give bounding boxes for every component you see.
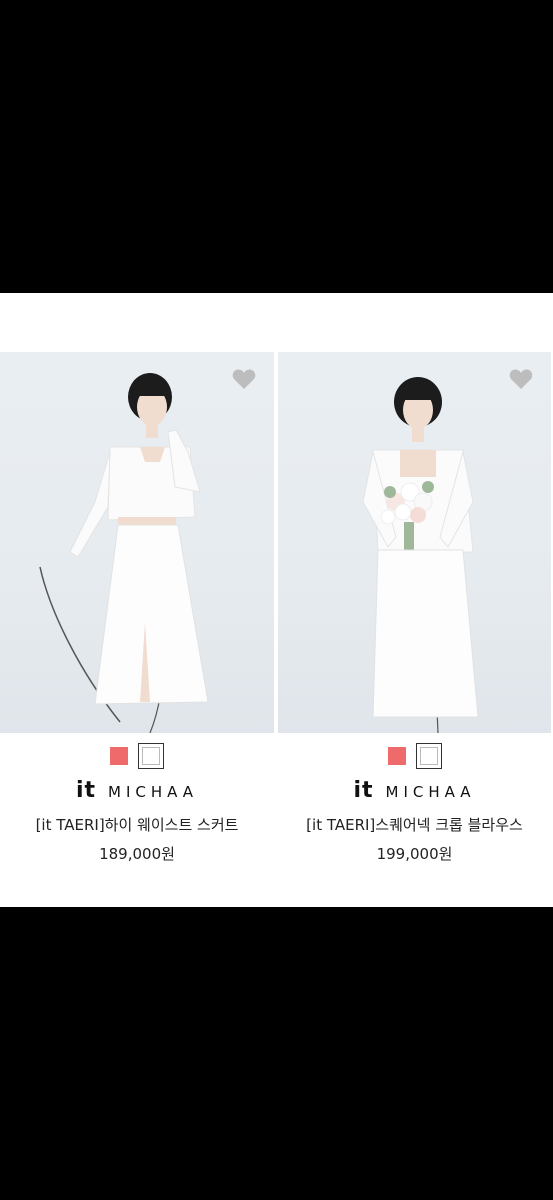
color-swatch-white[interactable] — [415, 743, 442, 769]
product-image[interactable] — [0, 352, 274, 733]
brand-logo: it MICHAA — [278, 778, 551, 806]
color-swatch-red[interactable] — [387, 747, 406, 765]
brand-logo: it MICHAA — [0, 778, 274, 806]
brand-prefix: it — [75, 778, 96, 803]
brand-name: MICHAA — [385, 783, 476, 801]
color-swatches — [0, 742, 274, 770]
product-card[interactable]: it MICHAA [it TAERI]하이 웨이스트 스커트 189,000원 — [0, 352, 274, 864]
color-swatch-red[interactable] — [110, 747, 128, 765]
model-photo — [39, 373, 209, 733]
product-card[interactable]: it MICHAA [it TAERI]스퀘어넥 크롭 블라우스 199,000… — [278, 352, 551, 864]
brand-prefix: it — [353, 778, 374, 803]
product-price: 189,000원 — [99, 845, 175, 863]
product-name[interactable]: [it TAERI]스퀘어넥 크롭 블라우스 — [278, 814, 551, 835]
product-name[interactable]: [it TAERI]하이 웨이스트 스커트 — [0, 814, 274, 835]
heart-icon[interactable] — [232, 368, 256, 390]
model-photo — [362, 377, 479, 733]
product-grid: it MICHAA [it TAERI]하이 웨이스트 스커트 189,000원 — [0, 293, 553, 907]
product-price: 199,000원 — [376, 845, 453, 863]
color-swatch-white[interactable] — [138, 743, 164, 769]
heart-icon[interactable] — [509, 368, 533, 390]
color-swatches — [278, 742, 551, 770]
brand-name: MICHAA — [108, 783, 199, 801]
product-image[interactable] — [278, 352, 551, 733]
